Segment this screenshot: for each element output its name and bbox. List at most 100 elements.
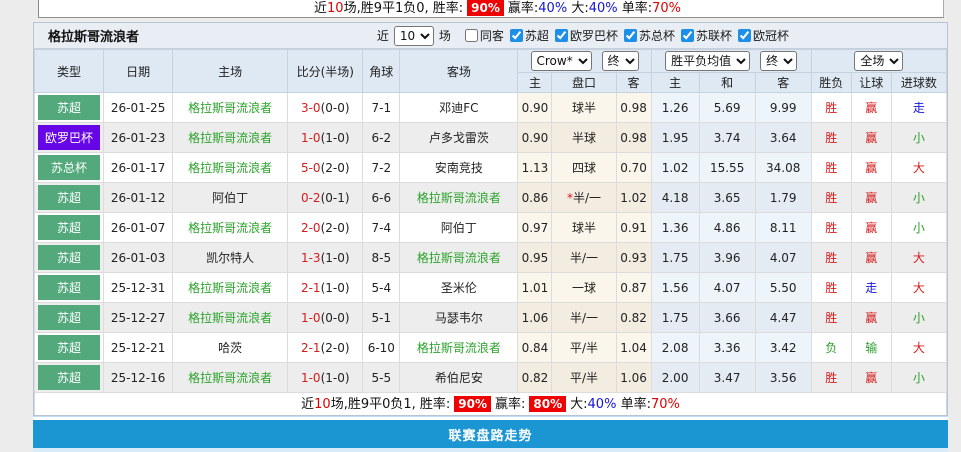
filter-checkbox-苏联杯[interactable]: 苏联杯 <box>680 27 732 44</box>
col-header-date: 日期 <box>103 49 174 93</box>
corner-cell: 5-4 <box>362 272 401 303</box>
competition-badge: 欧罗巴杯 <box>38 125 101 150</box>
win-loss-cell: 胜 <box>810 92 852 123</box>
ah-home-odds-cell: 0.97 <box>517 212 553 243</box>
euro-odds-average-select[interactable]: 胜平负均值 <box>665 51 751 71</box>
filter-checkbox-苏总杯[interactable]: 苏总杯 <box>623 27 675 44</box>
goals-over-under-cell: 大 <box>890 242 948 273</box>
handicap-cell: 半/一 <box>551 242 617 273</box>
competition-type-cell: 苏超 <box>33 362 105 393</box>
score-cell: 1-0(0-0) <box>287 302 364 333</box>
handicap-result-cell: 赢 <box>850 302 892 333</box>
ah-away-odds-cell: 0.82 <box>615 302 652 333</box>
fulltime-score: 5-0 <box>300 160 321 175</box>
summary-segment: 场,胜9平1负0, 胜率: <box>343 1 464 16</box>
corner-cell: 6-2 <box>362 122 401 153</box>
checkbox-input[interactable] <box>554 28 568 42</box>
eu-away-odds-cell: 8.11 <box>754 212 812 243</box>
euro-odds-time-select[interactable]: 终 <box>760 51 798 71</box>
eu-home-odds-cell: 1.36 <box>650 212 700 243</box>
handicap-cell: 平/半 <box>551 332 617 363</box>
eu-draw-odds-cell: 3.66 <box>698 302 756 333</box>
odds-company-select[interactable]: Crow* <box>530 51 592 71</box>
eu-away-odds-cell: 34.08 <box>754 152 812 183</box>
eu-home-odds-cell: 2.08 <box>650 332 700 363</box>
handicap-result-cell: 赢 <box>850 152 892 183</box>
games-label: 场 <box>438 29 451 43</box>
home-team-cell: 格拉斯哥流浪者 <box>172 212 289 243</box>
competition-type-cell: 苏超 <box>33 92 105 123</box>
handicap-cell: 四球 <box>551 152 617 183</box>
halftime-score: (2-0) <box>320 340 350 355</box>
asian-odds-group-header: Crow* 终 <box>517 49 652 73</box>
score-cell: 3-0(0-0) <box>287 92 364 123</box>
filter-checkbox-欧罗巴杯[interactable]: 欧罗巴杯 <box>554 27 618 44</box>
away-team-cell: 阿伯丁 <box>399 212 519 243</box>
asian-odds-time-select[interactable]: 终 <box>601 51 639 71</box>
corner-cell: 7-1 <box>362 92 401 123</box>
eu-draw-odds-cell: 3.36 <box>698 332 756 363</box>
league-handicap-trend-bar[interactable]: 联赛盘路走势 <box>33 420 948 448</box>
summary-segment: 40% <box>587 396 617 412</box>
checkbox-input[interactable] <box>464 28 478 42</box>
match-date-cell: 26-01-25 <box>103 92 174 123</box>
halftime-score: (2-0) <box>320 160 350 175</box>
checkbox-input[interactable] <box>509 28 523 42</box>
ah-home-odds-cell: 0.82 <box>517 362 553 393</box>
corner-cell: 6-6 <box>362 182 401 213</box>
goals-over-under-cell: 小 <box>890 362 948 393</box>
page-content: 近10场,胜9平1负0, 胜率: 90% 赢率:40% 大:40% 单率:70% 格… <box>33 0 948 452</box>
ah-away-odds-cell: 0.70 <box>615 152 652 183</box>
eu-home-odds-cell: 1.75 <box>650 242 700 273</box>
corner-cell: 7-4 <box>362 212 401 243</box>
win-loss-cell: 胜 <box>810 212 852 243</box>
handicap-result-cell: 赢 <box>850 212 892 243</box>
competition-badge: 苏超 <box>38 305 101 330</box>
competition-type-cell: 欧罗巴杯 <box>33 122 105 153</box>
summary-segment: 赢率: <box>495 396 526 412</box>
checkbox-input[interactable] <box>680 28 694 42</box>
col-header-result: 胜负 <box>810 72 852 93</box>
competition-badge: 苏超 <box>38 245 101 270</box>
checkbox-label: 苏超 <box>524 28 549 43</box>
match-row: 苏超 25-12-27 格拉斯哥流浪者 1-0(0-0) 5-1 马瑟韦尔 1.06 半/一 0… <box>33 302 948 333</box>
eu-away-odds-cell: 5.50 <box>754 272 812 303</box>
recent-summary-text: 近10场,胜9平0负1, 胜率: 90% 赢率: 80% 大:40% 单率:70% <box>301 395 680 413</box>
filter-checkbox-欧冠杯[interactable]: 欧冠杯 <box>737 27 789 44</box>
eu-away-odds-cell: 1.79 <box>754 182 812 213</box>
goals-over-under-cell: 小 <box>890 212 948 243</box>
goals-over-under-cell: 小 <box>890 122 948 153</box>
full-match-select[interactable]: 全场 <box>854 51 904 71</box>
match-row: 苏超 26-01-25 格拉斯哥流浪者 3-0(0-0) 7-1 邓迪FC 0.90 球半 0.… <box>33 92 948 123</box>
section-bar-wrap: 联赛盘路走势 <box>33 416 948 448</box>
handicap-result-cell: 赢 <box>850 242 892 273</box>
summary-segment: 单率: <box>616 396 651 412</box>
checkbox-input[interactable] <box>623 28 637 42</box>
corner-cell: 5-5 <box>362 362 401 393</box>
checkbox-label: 欧罗巴杯 <box>569 28 618 43</box>
halftime-score: (2-0) <box>320 220 350 235</box>
competition-badge: 苏超 <box>38 185 101 210</box>
previous-table-summary-strip: 近10场,胜9平1负0, 胜率: 90% 赢率:40% 大:40% 单率:70% <box>38 0 944 18</box>
ah-away-odds-cell: 0.98 <box>615 92 652 123</box>
ah-away-odds-cell: 1.04 <box>615 332 652 363</box>
competition-type-cell: 苏总杯 <box>33 152 105 183</box>
competition-badge: 苏总杯 <box>38 155 101 180</box>
competition-type-cell: 苏超 <box>33 182 105 213</box>
filter-checkbox-苏超[interactable]: 苏超 <box>509 27 549 44</box>
win-loss-cell: 胜 <box>810 242 852 273</box>
filter-checkbox-同客[interactable]: 同客 <box>464 27 504 44</box>
col-header-away: 客场 <box>399 49 519 93</box>
goals-over-under-cell: 大 <box>890 332 948 363</box>
corner-cell: 6-10 <box>362 332 401 363</box>
fulltime-score: 3-0 <box>300 100 321 115</box>
fulltime-score: 2-0 <box>300 220 321 235</box>
competition-badge: 苏超 <box>38 365 101 390</box>
near-count-select[interactable]: 10 <box>393 25 434 46</box>
near-label: 近 <box>376 29 389 43</box>
fulltime-score: 1-0 <box>300 310 321 325</box>
summary-segment: 近 <box>314 1 328 16</box>
eu-home-odds-cell: 1.75 <box>650 302 700 333</box>
eu-home-odds-cell: 1.95 <box>650 122 700 153</box>
checkbox-input[interactable] <box>737 28 751 42</box>
